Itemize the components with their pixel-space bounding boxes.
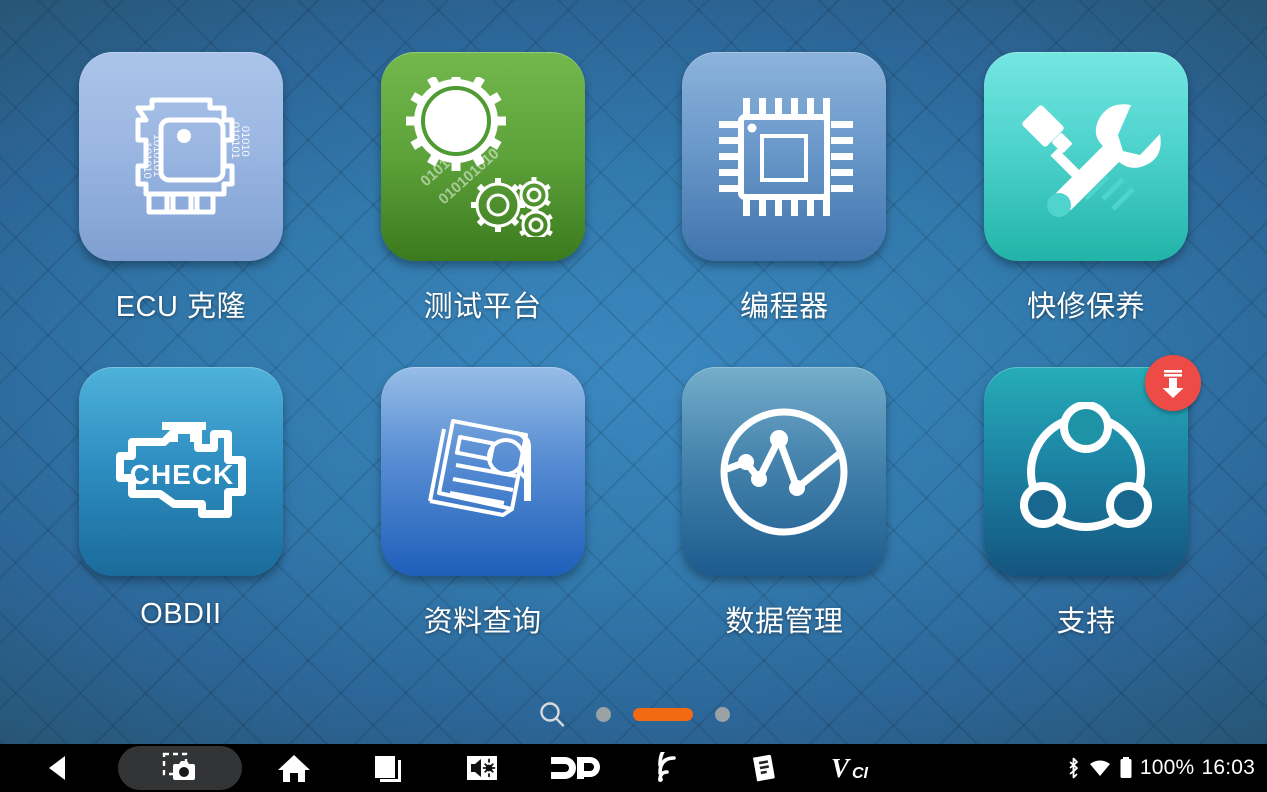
- nav-screenshot-button[interactable]: [118, 746, 242, 790]
- download-badge[interactable]: [1145, 355, 1202, 411]
- svg-text:1010101: 1010101: [151, 134, 163, 177]
- check-engine-icon: CHECK: [106, 414, 256, 529]
- search-icon[interactable]: [538, 700, 566, 728]
- wrench-screwdriver-icon: [1011, 87, 1161, 227]
- app-label: ECU 克隆: [115, 291, 247, 323]
- svg-text:CAN: CAN: [429, 108, 483, 136]
- support-network-icon: [1011, 401, 1161, 542]
- app-label: OBDII: [140, 598, 222, 630]
- clock-label: 16:03: [1201, 756, 1255, 779]
- wifi-icon: [1089, 760, 1110, 776]
- app-tile-obdii[interactable]: CHECK: [78, 367, 283, 576]
- app-label: 测试平台: [423, 291, 542, 323]
- svg-text:01010: 01010: [239, 126, 251, 157]
- svg-text:CHECK: CHECK: [130, 459, 235, 490]
- manual-book-icon: [753, 754, 775, 782]
- nav-button-group: V CI: [0, 744, 918, 792]
- nav-vci-button[interactable]: V CI: [824, 746, 892, 790]
- app-tile-wrap: [380, 367, 585, 576]
- app-tile-wrap: [682, 52, 887, 261]
- nav-manual-button[interactable]: [730, 746, 798, 790]
- status-area: 100% 16:03: [1066, 756, 1267, 780]
- back-triangle-icon: [49, 756, 65, 780]
- app-label: 数据管理: [725, 606, 844, 638]
- vci-logo-icon: V CI: [831, 753, 869, 783]
- app-tile-ecu-clone[interactable]: 101010 1010101 010101 01010: [78, 52, 283, 261]
- page-dot-2-active[interactable]: [632, 707, 693, 721]
- chart-circle-icon: [714, 402, 854, 542]
- app-cell-quick-repair[interactable]: 快修保养: [935, 52, 1237, 367]
- app-cell-programmer[interactable]: 编程器: [634, 52, 936, 367]
- svg-text:V: V: [831, 753, 851, 783]
- documents-search-icon: [408, 397, 558, 547]
- nav-dp-logo-button[interactable]: [542, 746, 610, 790]
- app-cell-support[interactable]: 支持: [935, 355, 1237, 682]
- ecu-module-icon: 101010 1010101 010101 01010: [106, 92, 256, 222]
- app-tile-wrap: [984, 52, 1189, 261]
- app-label: 编程器: [740, 291, 829, 323]
- app-tile-wrap: CHECK: [78, 367, 283, 576]
- nav-recents-button[interactable]: [354, 746, 422, 790]
- nav-volume-button[interactable]: [448, 746, 516, 790]
- nav-back-button[interactable]: [24, 746, 92, 790]
- app-label: 快修保养: [1027, 291, 1146, 323]
- android-navigation-bar: V CI 100% 16:03: [0, 744, 1267, 792]
- page-indicator: [0, 692, 1267, 736]
- app-tile-quick-repair[interactable]: [984, 52, 1189, 261]
- app-tile-wrap: 01010101010 010101010: [380, 52, 585, 261]
- can-gear-icon: 01010101010 010101010: [398, 76, 568, 237]
- app-tile-data-manage[interactable]: [682, 367, 887, 576]
- bluetooth-icon: [1069, 757, 1078, 779]
- volume-brightness-icon: [467, 756, 497, 780]
- battery-percent-label: 100%: [1139, 756, 1195, 779]
- app-label: 支持: [1056, 606, 1116, 638]
- app-tile-wrap: 101010 1010101 010101 01010: [78, 52, 283, 261]
- app-cell-obdii[interactable]: CHECK OBDII: [30, 367, 332, 682]
- wireless-signal-icon: [658, 752, 676, 782]
- svg-text:CI: CI: [852, 765, 869, 782]
- app-cell-test-platform[interactable]: 01010101010 010101010: [332, 52, 634, 367]
- chip-icon: [714, 87, 854, 227]
- app-icon-grid: 101010 1010101 010101 01010 ECU 克隆 01010…: [0, 0, 1267, 690]
- app-cell-ecu-clone[interactable]: 101010 1010101 010101 01010 ECU 克隆: [30, 52, 332, 367]
- home-icon: [278, 755, 310, 782]
- app-label: 资料查询: [423, 606, 542, 638]
- download-arrow-icon: [1162, 370, 1184, 398]
- page-dot-3[interactable]: [714, 706, 730, 722]
- nav-wireless-button[interactable]: [636, 746, 704, 790]
- home-screen-desktop: 101010 1010101 010101 01010 ECU 克隆 01010…: [0, 0, 1267, 744]
- app-tile-test-platform[interactable]: 01010101010 010101010: [380, 52, 585, 261]
- app-tile-wrap: [984, 355, 1202, 576]
- camera-icon: [162, 752, 195, 780]
- app-tile-data-query[interactable]: [380, 367, 585, 576]
- recents-square-icon: [375, 756, 401, 782]
- app-tile-wrap: [682, 367, 887, 576]
- nav-home-button[interactable]: [260, 746, 328, 790]
- app-cell-data-manage[interactable]: 数据管理: [634, 367, 936, 682]
- app-tile-programmer[interactable]: [682, 52, 887, 261]
- page-dot-1[interactable]: [595, 706, 611, 722]
- app-cell-data-query[interactable]: 资料查询: [332, 367, 634, 682]
- dp-logo-icon: [551, 757, 600, 779]
- battery-full-icon: [1120, 757, 1132, 778]
